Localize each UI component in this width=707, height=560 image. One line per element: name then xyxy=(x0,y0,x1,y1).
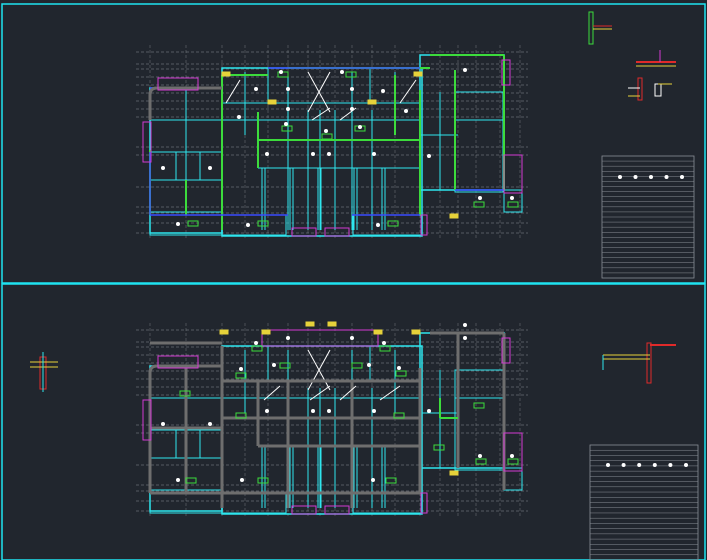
section-marker xyxy=(372,152,376,156)
table-marker xyxy=(618,175,622,179)
table-marker xyxy=(621,463,626,467)
section-marker xyxy=(279,70,283,74)
section-marker xyxy=(311,409,315,413)
section-marker xyxy=(208,166,212,170)
table-marker xyxy=(680,175,684,179)
table-marker xyxy=(649,175,653,179)
table-marker xyxy=(633,175,638,179)
section-marker xyxy=(286,336,290,340)
section-marker xyxy=(240,478,244,482)
section-marker xyxy=(284,122,288,126)
section-marker xyxy=(427,154,431,158)
section-marker xyxy=(254,341,258,345)
section-marker xyxy=(272,363,276,367)
section-marker xyxy=(327,152,331,156)
yellow-marker xyxy=(221,71,231,77)
section-marker xyxy=(478,454,482,458)
section-marker xyxy=(463,336,467,340)
section-marker xyxy=(286,87,290,91)
section-marker xyxy=(397,366,401,370)
table-marker xyxy=(664,175,669,179)
section-marker xyxy=(239,367,243,371)
yellow-marker xyxy=(413,71,423,77)
section-marker xyxy=(286,107,290,111)
table-marker xyxy=(684,463,688,467)
section-marker xyxy=(327,409,331,413)
section-marker xyxy=(358,125,362,129)
table-marker xyxy=(652,463,657,467)
section-marker xyxy=(371,478,375,482)
table-marker xyxy=(637,463,642,467)
section-marker xyxy=(254,87,258,91)
yellow-marker xyxy=(305,321,315,327)
table-marker xyxy=(668,463,673,467)
yellow-marker xyxy=(219,329,229,335)
table-marker xyxy=(606,463,610,467)
section-marker xyxy=(372,409,376,413)
section-marker xyxy=(376,223,380,227)
section-marker xyxy=(161,422,165,426)
section-marker xyxy=(208,422,212,426)
section-marker xyxy=(404,109,408,113)
yellow-marker xyxy=(261,329,271,335)
section-marker xyxy=(161,166,165,170)
yellow-marker xyxy=(373,329,383,335)
section-marker xyxy=(350,336,354,340)
section-marker xyxy=(510,196,514,200)
section-marker xyxy=(367,363,371,367)
section-marker xyxy=(265,152,269,156)
section-marker xyxy=(311,152,315,156)
section-marker xyxy=(176,478,180,482)
cad-drawing-canvas[interactable] xyxy=(0,0,707,560)
yellow-marker xyxy=(367,99,377,105)
section-marker xyxy=(324,129,328,133)
section-marker xyxy=(246,223,250,227)
section-marker xyxy=(237,115,241,119)
section-marker xyxy=(510,454,514,458)
section-marker xyxy=(265,409,269,413)
section-marker xyxy=(340,70,344,74)
yellow-marker xyxy=(327,321,337,327)
section-marker xyxy=(463,323,467,327)
yellow-marker xyxy=(449,470,459,476)
yellow-marker xyxy=(267,99,277,105)
section-marker xyxy=(350,87,354,91)
section-marker xyxy=(382,341,386,345)
section-marker xyxy=(478,196,482,200)
section-marker xyxy=(381,89,385,93)
section-marker xyxy=(427,409,431,413)
section-marker xyxy=(176,222,180,226)
yellow-marker xyxy=(411,329,421,335)
section-marker xyxy=(463,68,467,72)
yellow-marker xyxy=(449,213,459,219)
